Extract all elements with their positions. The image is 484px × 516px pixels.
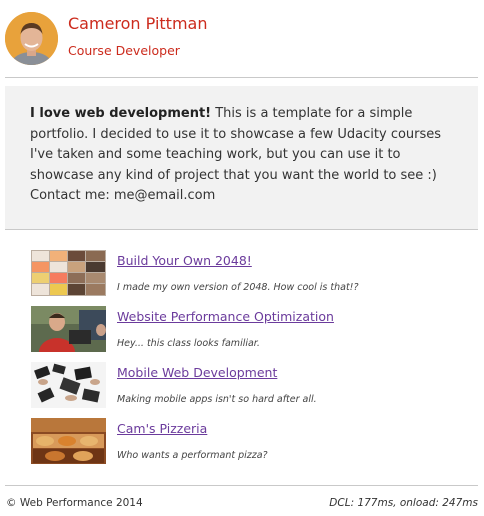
about-panel: I love web development! This is a templa… bbox=[5, 86, 478, 229]
intro-heading: I love web development! bbox=[30, 106, 212, 121]
footer-timing: DCL: 177ms, onload: 247ms bbox=[329, 497, 478, 509]
project-description: Hey... this class looks familiar. bbox=[117, 338, 260, 349]
project-thumbnail-2048[interactable] bbox=[31, 250, 106, 296]
divider bbox=[5, 229, 478, 230]
project-item-mobile-web: Mobile Web Development Making mobile app… bbox=[0, 361, 484, 411]
project-thumbnail-web-performance[interactable] bbox=[31, 306, 106, 352]
project-link-2048[interactable]: Build Your Own 2048! bbox=[117, 253, 252, 268]
divider bbox=[5, 77, 478, 78]
avatar bbox=[5, 12, 58, 65]
profile-role: Course Developer bbox=[68, 43, 180, 58]
footer-copyright: © Web Performance 2014 bbox=[6, 497, 143, 509]
contact-line: Contact me: me@email.com bbox=[30, 188, 216, 203]
project-link-web-performance[interactable]: Website Performance Optimization bbox=[117, 309, 334, 324]
project-description: Who wants a performant pizza? bbox=[117, 450, 268, 461]
project-description: Making mobile apps isn't so hard after a… bbox=[117, 394, 317, 405]
project-thumbnail-mobile-web[interactable] bbox=[31, 362, 106, 408]
header: Cameron Pittman Course Developer bbox=[0, 0, 484, 78]
project-thumbnail-pizzeria[interactable] bbox=[31, 418, 106, 464]
profile-name: Cameron Pittman bbox=[68, 14, 208, 33]
project-item-pizzeria: Cam's Pizzeria Who wants a performant pi… bbox=[0, 417, 484, 467]
project-link-mobile-web[interactable]: Mobile Web Development bbox=[117, 365, 277, 380]
project-link-pizzeria[interactable]: Cam's Pizzeria bbox=[117, 421, 207, 436]
project-item-2048: Build Your Own 2048! I made my own versi… bbox=[0, 249, 484, 299]
divider bbox=[5, 485, 478, 486]
project-item-web-performance: Website Performance Optimization Hey... … bbox=[0, 305, 484, 355]
project-description: I made my own version of 2048. How cool … bbox=[117, 282, 359, 293]
